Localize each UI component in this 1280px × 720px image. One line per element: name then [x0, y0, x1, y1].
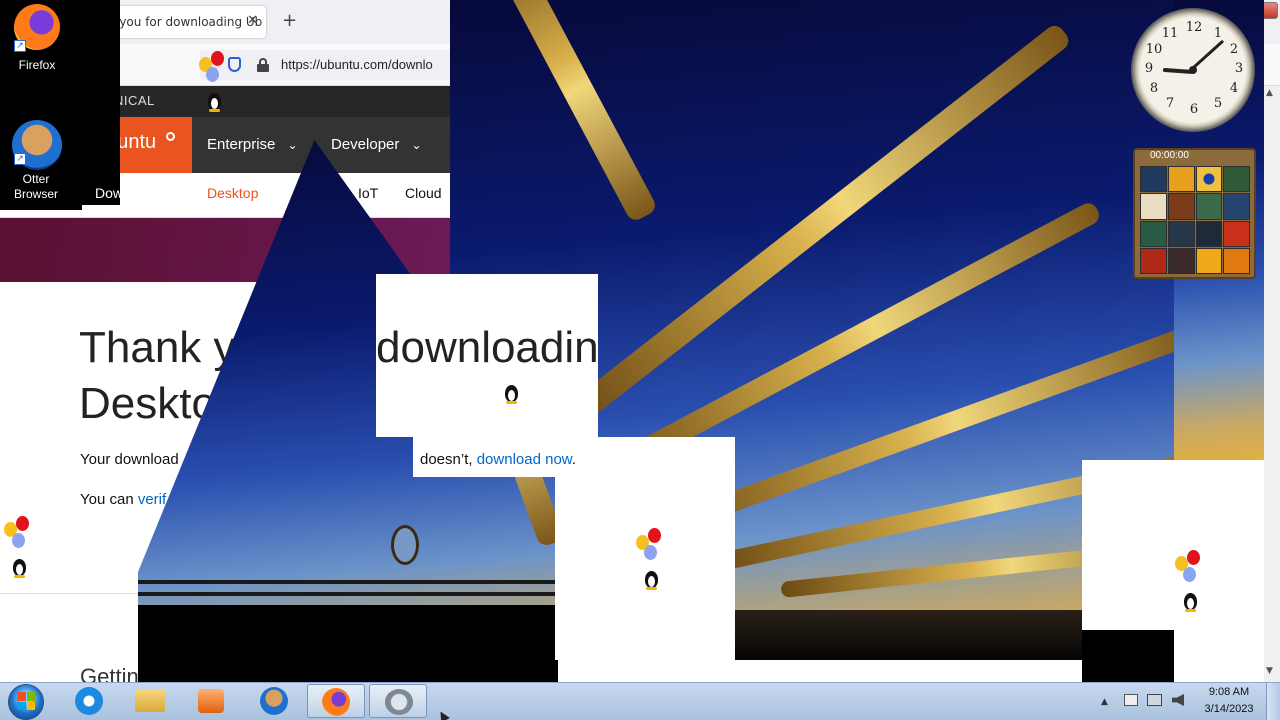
bridge-rail — [138, 592, 558, 596]
desktop-icon-firefox-label[interactable]: Firefox — [1, 58, 73, 73]
puzzle-tile[interactable] — [1223, 247, 1250, 274]
verify-link[interactable]: verif — [138, 491, 166, 508]
puzzle-tile[interactable] — [1223, 193, 1250, 220]
chevron-down-icon: ⌄ — [411, 138, 422, 152]
download-period: . — [571, 451, 576, 468]
puzzle-tile[interactable] — [1167, 166, 1195, 193]
puzzle-tile[interactable] — [1195, 220, 1223, 247]
clock-number: 9 — [1144, 61, 1154, 76]
subnav-desktop[interactable]: Desktop — [207, 185, 258, 201]
download-status-text: Your download — [80, 451, 179, 468]
puzzle-tile[interactable] — [1140, 220, 1167, 247]
taskbar-media-player[interactable] — [182, 684, 240, 718]
clock-gadget[interactable]: 12 1 2 3 4 5 6 7 8 9 10 11 — [1131, 8, 1255, 132]
taskbar-app[interactable] — [369, 684, 427, 718]
puzzle-timer: 00:00:00 — [1150, 150, 1189, 161]
scroll-down-icon[interactable]: ▼ — [1266, 666, 1273, 676]
nav-developer[interactable]: Developer ⌄ — [331, 136, 422, 153]
clock-number: 10 — [1145, 42, 1163, 57]
media-player-icon — [198, 689, 224, 713]
verify-text: You can verif — [80, 491, 166, 508]
penguin-sprite — [643, 568, 659, 590]
puzzle-tile[interactable] — [1140, 247, 1167, 274]
undrawn-region — [1082, 460, 1174, 630]
clock-number: 7 — [1165, 96, 1175, 111]
wallpaper-shadow — [138, 605, 558, 682]
title-line2: Deskto — [79, 379, 216, 428]
title-line1-end: downloadin — [376, 323, 599, 372]
bridge-rail — [138, 580, 558, 584]
clock-number: 6 — [1189, 102, 1199, 117]
bridge-arch — [481, 0, 659, 224]
clock-number: 5 — [1213, 96, 1223, 111]
scroll-up-icon[interactable]: ▲ — [1266, 88, 1273, 98]
penguin-sprite — [11, 556, 27, 578]
tab-close-icon[interactable]: ✕ — [247, 13, 258, 28]
penguin-sprite — [503, 382, 519, 404]
firefox-icon — [322, 688, 350, 716]
taskbar-internet-explorer[interactable] — [60, 684, 118, 718]
clock-minute-hand — [1190, 39, 1225, 70]
subnav-downloads[interactable]: Downloads — [95, 185, 164, 201]
network-icon[interactable] — [1147, 694, 1162, 706]
subnav-iot[interactable]: IoT — [358, 185, 378, 201]
url-text[interactable]: https://ubuntu.com/downlo — [281, 57, 433, 72]
clock-number: 12 — [1185, 20, 1203, 35]
puzzle-tile[interactable] — [1140, 166, 1167, 193]
puzzle-tile[interactable] — [1223, 220, 1250, 247]
nav-developer-label: Developer — [331, 136, 400, 153]
puzzle-tile[interactable] — [1167, 247, 1195, 274]
puzzle-tile[interactable] — [1195, 166, 1223, 193]
chevron-down-icon: ⌄ — [287, 138, 298, 152]
puzzle-tile[interactable] — [1167, 220, 1195, 247]
desktop-icon-otter-label[interactable]: Otter Browser — [1, 172, 71, 202]
bridge-porthole — [391, 525, 419, 565]
ubuntu-circle-icon — [166, 132, 175, 141]
clock-center — [1189, 66, 1197, 74]
taskbar-otter-browser[interactable] — [245, 684, 303, 718]
tray-clock-date[interactable]: 3/14/2023 — [1198, 703, 1260, 715]
show-desktop-button[interactable] — [1266, 683, 1280, 720]
puzzle-tile[interactable] — [1223, 166, 1250, 193]
puzzle-grid[interactable] — [1140, 166, 1250, 274]
subnav-cloud[interactable]: Cloud — [405, 185, 442, 201]
nav-enterprise[interactable]: Enterprise ⌄ — [207, 136, 298, 153]
file-explorer-icon — [135, 690, 165, 712]
download-now-link[interactable]: download now — [477, 451, 572, 468]
shortcut-arrow-icon: ↗ — [14, 40, 26, 52]
clock-number: 2 — [1229, 42, 1239, 57]
puzzle-tile[interactable] — [1167, 193, 1195, 220]
clock-number: 1 — [1213, 26, 1223, 41]
show-hidden-icons[interactable]: ▲ — [1101, 697, 1108, 707]
shortcut-arrow-icon: ↗ — [14, 153, 26, 165]
tray-clock-time[interactable]: 9:08 AM — [1200, 686, 1258, 698]
verify-prefix: You can — [80, 491, 134, 508]
clock-number: 3 — [1234, 61, 1244, 76]
lock-icon[interactable] — [257, 58, 269, 72]
clock-number: 11 — [1161, 26, 1179, 41]
download-status-tail: doesn’t, download now. — [420, 451, 576, 468]
app-icon — [385, 689, 413, 715]
action-center-icon[interactable] — [1124, 694, 1138, 706]
clock-number: 4 — [1229, 81, 1239, 96]
penguin-sprite — [206, 90, 222, 112]
new-tab-icon[interactable]: + — [282, 10, 297, 31]
puzzle-tile[interactable] — [1195, 247, 1223, 274]
puzzle-tile[interactable] — [1140, 193, 1167, 220]
windows-flag-icon — [17, 692, 35, 710]
taskbar-firefox[interactable] — [307, 684, 365, 718]
nav-enterprise-label: Enterprise — [207, 136, 276, 153]
wallpaper-shadow — [1082, 630, 1174, 682]
canonical-link[interactable]: NICAL — [114, 93, 155, 108]
clock-number: 8 — [1149, 81, 1159, 96]
internet-explorer-icon — [75, 687, 103, 715]
otter-browser-icon — [260, 687, 288, 715]
puzzle-tile[interactable] — [1195, 193, 1223, 220]
page-scrollbar[interactable] — [1264, 86, 1280, 682]
penguin-sprite — [1182, 590, 1198, 612]
taskbar-file-explorer[interactable] — [121, 684, 179, 718]
tracking-protection-icon[interactable] — [228, 57, 241, 72]
download-status-end: doesn’t, — [420, 451, 473, 468]
